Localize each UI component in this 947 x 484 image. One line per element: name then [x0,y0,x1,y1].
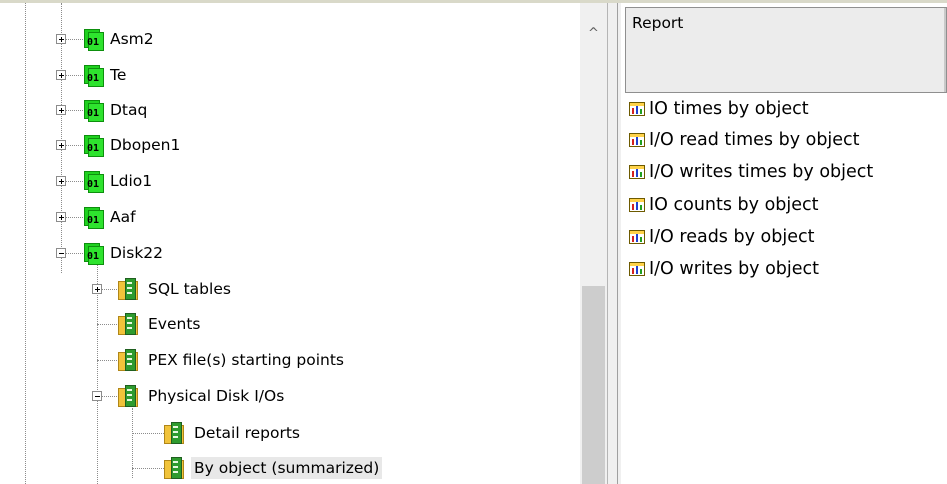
report-item-io-write-times[interactable]: I/O writes times by object [629,156,873,188]
tree-line [97,263,98,484]
folder-document-icon [118,313,138,335]
database-member-icon: 01 [82,134,104,157]
report-item-io-read-times[interactable]: I/O read times by object [629,124,860,156]
tree-node-label: Te [110,66,127,84]
tree-node-ldio1[interactable]: 01 Ldio1 [82,169,155,193]
bar-chart-icon [629,165,645,179]
tree-node-events[interactable]: Events [118,312,203,336]
tree-node-label: Asm2 [110,30,154,48]
scroll-thumb[interactable] [582,286,605,484]
expand-toggle[interactable] [56,70,66,80]
tree-node-label: Aaf [110,208,136,226]
folder-document-icon [118,278,138,300]
expand-toggle[interactable] [56,105,66,115]
report-item-label: I/O writes by object [649,259,820,279]
database-member-icon: 01 [82,28,104,51]
tree-node-dbopen1[interactable]: 01 Dbopen1 [82,133,183,157]
tree-node-asm2[interactable]: 01 Asm2 [82,27,157,51]
tree-node-label: Physical Disk I/Os [148,387,285,405]
expand-toggle[interactable] [56,34,66,44]
tree-line [132,433,164,434]
tree-node-detail-reports[interactable]: Detail reports [164,421,303,445]
scroll-up-button[interactable]: ^ [580,13,607,53]
report-item-label: I/O reads by object [649,227,815,247]
pane-splitter[interactable] [607,3,622,484]
report-item-io-writes[interactable]: I/O writes by object [629,253,819,285]
folder-document-icon [118,349,138,371]
expand-toggle[interactable] [56,212,66,222]
chevron-up-icon: ^ [588,25,599,41]
tree-node-label: Disk22 [110,244,164,262]
tree-line [132,468,164,469]
folder-document-icon [118,385,138,407]
collapse-toggle[interactable] [92,391,102,401]
collapse-toggle[interactable] [56,248,66,258]
tree-node-label: Dbopen1 [110,136,181,154]
tree-node-te[interactable]: 01 Te [82,63,129,87]
report-list-pane: Report IO times by object I/O read times… [621,3,947,484]
report-item-label: I/O writes times by object [649,162,874,182]
tree-node-label: PEX file(s) starting points [148,351,344,369]
expand-toggle[interactable] [56,140,66,150]
bar-chart-icon [629,102,645,116]
tree-line [25,3,26,484]
expand-toggle[interactable] [92,284,102,294]
tree-node-physical-disk-ios[interactable]: Physical Disk I/Os [118,384,287,408]
report-column-header[interactable]: Report [625,7,947,93]
tree-node-label: Dtaq [110,101,148,119]
report-item-label: IO counts by object [649,195,819,215]
tree-node-aaf[interactable]: 01 Aaf [82,205,139,229]
tree-node-dtaq[interactable]: 01 Dtaq [82,98,150,122]
tree-vertical-scrollbar[interactable]: ^ [580,3,607,484]
expand-toggle[interactable] [56,176,66,186]
tree-node-label: Ldio1 [110,172,153,190]
folder-document-icon [164,422,184,444]
bar-chart-icon [629,133,645,147]
database-member-icon: 01 [82,206,104,229]
report-item-label: IO times by object [649,99,809,119]
database-member-icon: 01 [82,64,104,87]
database-member-icon: 01 [82,99,104,122]
tree-node-disk22[interactable]: 01 Disk22 [82,241,166,265]
tree-line [97,324,119,325]
tree-node-by-object-summarized[interactable]: By object (summarized) [164,456,383,480]
tree-node-label: By object (summarized) [191,457,383,479]
report-item-label: I/O read times by object [649,130,860,150]
tree-node-label: SQL tables [148,280,231,298]
tree-node-pex-starting-points[interactable]: PEX file(s) starting points [118,348,347,372]
tree-node-label: Detail reports [194,424,301,442]
report-item-io-times[interactable]: IO times by object [629,93,809,125]
tree-node-label: Events [148,315,201,333]
bar-chart-icon [629,262,645,276]
bar-chart-icon [629,230,645,244]
folder-document-icon [164,457,184,479]
tree-view[interactable]: 01 Asm2 01 Te 01 Dtaq 01 Dbopen1 01 Ldio… [0,3,580,484]
report-header-label: Report [632,14,684,32]
bar-chart-icon [629,198,645,212]
report-item-io-reads[interactable]: I/O reads by object [629,221,814,253]
tree-node-sql-tables[interactable]: SQL tables [118,277,234,301]
database-member-icon: 01 [82,170,104,193]
report-item-io-counts[interactable]: IO counts by object [629,189,819,221]
database-member-icon: 01 [82,242,104,265]
tree-line [97,360,119,361]
